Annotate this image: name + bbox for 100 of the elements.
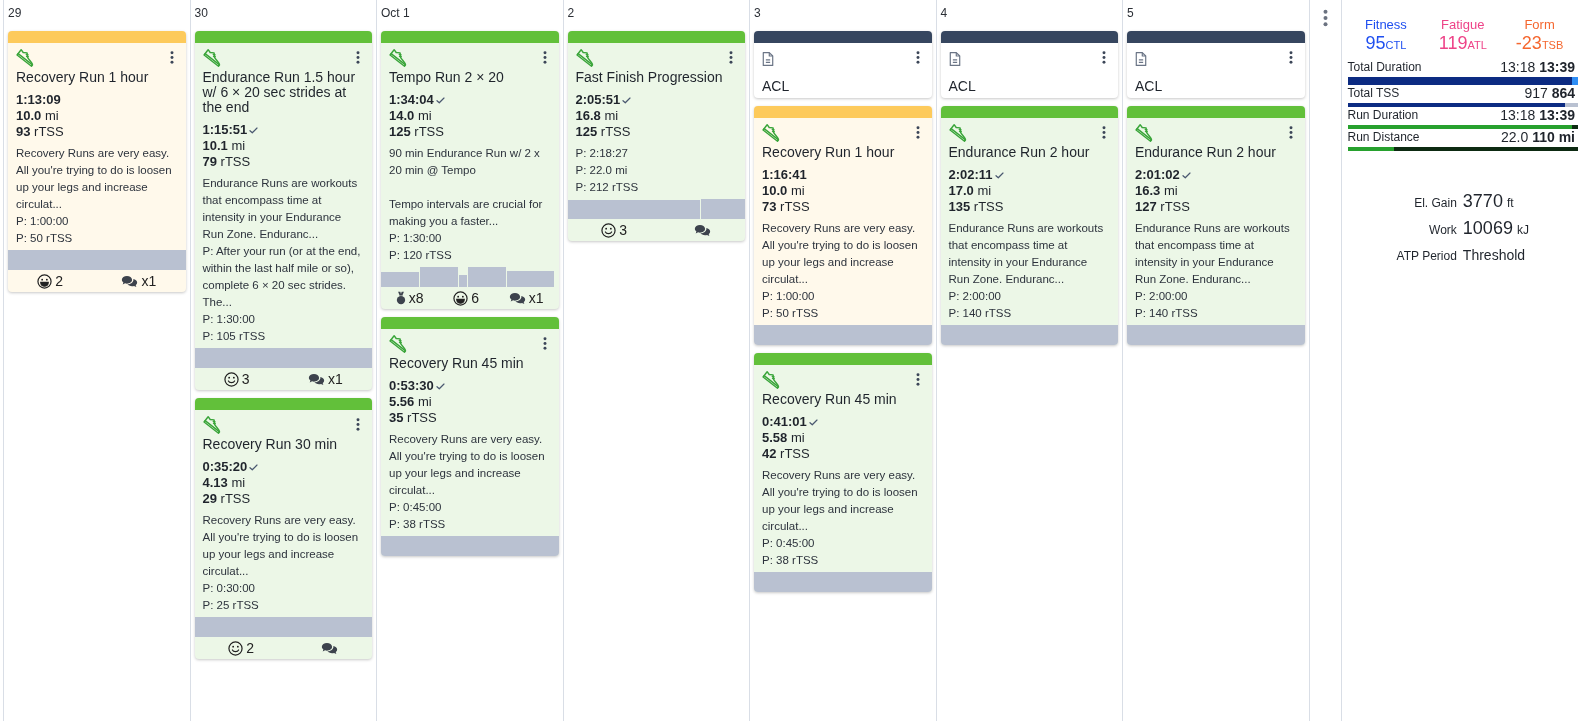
tss-text: 79 rTSS <box>202 154 251 169</box>
smile-face-icon <box>228 640 244 656</box>
workout-card[interactable]: Endurance Run 2 hour 2:01:02 16.3 mi 127 rTSS Endurance Runs are workouts that encompass time at intensity in your Endurance Run Zone. Enduranc... P: 2:00:00 P: 140 rTSS <box>1127 106 1305 345</box>
comment-count: x1 <box>528 290 544 306</box>
more-menu-icon[interactable] <box>915 373 920 386</box>
more-menu-icon[interactable] <box>915 126 920 139</box>
feeling-count: 3 <box>619 222 627 238</box>
tss-text: 29 rTSS <box>202 491 251 506</box>
metric-unit: ATL <box>1467 39 1487 53</box>
summary-value: 13:18 13:39 <box>1500 59 1576 75</box>
more-menu-icon[interactable] <box>169 51 174 64</box>
workout-title: Endurance Run 1.5 hour w/ 6 × 20 sec strides at the end <box>201 70 357 115</box>
planned-value: P: 2:00:00 <box>948 289 1002 304</box>
more-menu-icon[interactable] <box>542 337 547 350</box>
workout-title: Tempo Run 2 × 20 <box>388 70 505 85</box>
day-date: 5 <box>1126 5 1135 22</box>
note-title: ACL <box>947 79 977 96</box>
workout-card[interactable]: Fast Finish Progression 2:05:51 16.8 mi 125 rTSS P: 2:18:27 P: 22.0 mi P: 212 rTSS 3 <box>567 31 745 241</box>
tss-text: 93 rTSS <box>16 124 64 139</box>
workout-title: Endurance Run 2 hour <box>947 145 1091 160</box>
workout-title: Recovery Run 30 min <box>201 437 339 452</box>
speech-bubbles-icon <box>508 291 526 305</box>
planned-value: P: 120 rTSS <box>389 248 453 263</box>
duration-text: 2:05:51 <box>575 92 621 108</box>
planned-value: P: 0:45:00 <box>389 500 443 515</box>
note-card[interactable]: ACL <box>1127 31 1305 98</box>
metric-unit: CTL <box>1385 39 1407 53</box>
workout-card[interactable]: Recovery Run 1 hour 1:13:09 10.0 mi 93 rTSS Recovery Runs are very easy. All you're trying to do is loosen up your legs and increase circulat... P: 1:00:00 P: 50 rTSS 2 x1 <box>8 31 186 292</box>
smile-face-icon <box>223 371 239 387</box>
achievement-count: x8 <box>408 290 424 306</box>
planned-value: P: 25 rTSS <box>202 598 260 613</box>
workout-title: Recovery Run 45 min <box>761 392 898 407</box>
more-menu-icon[interactable] <box>1322 9 1328 27</box>
day-date: 30 <box>193 5 209 22</box>
workout-step-bar <box>506 270 555 287</box>
workout-title: Recovery Run 1 hour <box>761 145 896 160</box>
workout-card[interactable] <box>194 31 372 390</box>
duration-text: 1:16:41 <box>762 167 807 183</box>
grin-face-icon <box>37 273 53 289</box>
day-date: 4 <box>939 5 949 22</box>
distance-text: 5.56 mi <box>389 394 432 409</box>
more-menu-icon[interactable] <box>356 418 360 431</box>
workout-description: 90 min Endurance Run w/ 2 x 20 min @ Tempo Tempo intervals are crucial for making you a faster... <box>389 146 544 229</box>
distance-text: 14.0 mi <box>389 108 432 123</box>
more-menu-icon[interactable] <box>1102 126 1106 139</box>
more-menu-icon[interactable] <box>729 51 733 64</box>
day-date: 2 <box>566 5 576 22</box>
planned-value: P: 1:30:00 <box>202 312 256 327</box>
workout-step-bar <box>381 271 420 287</box>
workout-card[interactable]: Recovery Run 1 hour 1:16:41 10.0 mi 73 rTSS Recovery Runs are very easy. All you're trying to do is loosen up your legs and increase circulat... P: 1:00:00 P: 50 rTSS <box>754 106 932 345</box>
distance-text: 10.1 mi <box>202 138 246 153</box>
workout-card[interactable]: Recovery Run 45 min 0:41:01 5.58 mi 42 rTSS Recovery Runs are very easy. All you're trying to do is loosen up your legs and increase circulat... P: 0:45:00 P: 38 rTSS <box>754 353 932 592</box>
day-date: 29 <box>7 5 23 22</box>
more-menu-icon[interactable] <box>1288 126 1293 139</box>
workout-card[interactable]: Recovery Run 30 min 0:35:20 4.13 mi 29 rTSS Recovery Runs are very easy. All you're trying to do is loosen up your legs and increase circulat... P: 0:30:00 P: 25 rTSS 2 <box>194 398 372 659</box>
workout-title: Recovery Run 1 hour <box>15 70 150 85</box>
summary-label: Total TSS <box>1347 85 1400 101</box>
document-icon <box>948 51 961 67</box>
feeling-count: 2 <box>55 273 63 289</box>
tss-text: 35 rTSS <box>389 410 437 425</box>
duration-text: 2:01:02 <box>1135 167 1180 183</box>
day-date: Oct 1 <box>380 5 411 22</box>
workout-description: Recovery Runs are very easy. All you're trying to do is loosen up your legs and increase circulat... <box>762 221 919 287</box>
planned-value: P: 212 rTSS <box>575 180 640 195</box>
speech-bubbles-icon <box>321 641 339 655</box>
workout-card[interactable]: Endurance Run 2 hour 2:02:11 17.0 mi 135 rTSS Endurance Runs are workouts that encompass time at intensity in your Endurance Run Zone. Enduranc... P: 2:00:00 P: 140 rTSS <box>940 106 1118 345</box>
workout-title: Fast Finish Progression <box>574 70 724 85</box>
planned-value: P: 50 rTSS <box>762 306 820 321</box>
more-menu-icon[interactable] <box>915 51 920 64</box>
smile-face-icon <box>601 222 617 238</box>
stat-value: 3770 <box>1462 190 1503 213</box>
note-card[interactable]: ACL <box>940 31 1118 98</box>
tss-text: 73 rTSS <box>762 199 810 214</box>
more-menu-icon[interactable] <box>542 51 547 64</box>
speech-bubbles-icon <box>121 274 139 288</box>
comment-count: x1 <box>141 273 157 289</box>
note-title: ACL <box>1134 79 1164 96</box>
duration-text: 0:53:30 <box>389 378 434 394</box>
stat-value: 10069 <box>1462 217 1513 240</box>
planned-value: P: 140 rTSS <box>948 306 1013 321</box>
planned-value: P: 0:30:00 <box>202 581 256 596</box>
workout-description: Endurance Runs are workouts that encompass time at intensity in your Endurance Run Zone. Enduranc... <box>1135 221 1291 287</box>
metric-label: Form <box>1524 16 1555 33</box>
workout-title: Endurance Run 2 hour <box>1134 145 1277 160</box>
planned-value: P: 1:00:00 <box>762 289 816 304</box>
distance-text: 16.3 mi <box>1135 183 1178 198</box>
more-menu-icon[interactable] <box>356 51 360 64</box>
note-title: ACL <box>761 79 791 96</box>
more-menu-icon[interactable] <box>1102 51 1106 64</box>
more-menu-icon[interactable] <box>1288 51 1293 64</box>
comment-count: x1 <box>327 371 343 387</box>
day-date: 3 <box>753 5 762 22</box>
distance-text: 4.13 mi <box>202 475 246 490</box>
stat-label: Work <box>1428 222 1457 239</box>
planned-value: P: 1:00:00 <box>16 214 70 229</box>
workout-description: Recovery Runs are very easy. All you're trying to do is loosen up your legs and increase circulat... <box>16 146 173 212</box>
workout-card[interactable]: Tempo Run 2 × 20 1:34:04 14.0 mi 125 rTSS 90 min Endurance Run w/ 2 x 20 min @ Tempo Tempo intervals are crucial for making you a faster... P: 1:30:00 P: 120 rTSS x8 6 x1 <box>381 31 559 309</box>
duration-text: 1:13:09 <box>16 92 61 108</box>
note-card[interactable]: ACL <box>754 31 932 98</box>
workout-card[interactable]: Recovery Run 45 min 0:53:30 5.56 mi 35 rTSS Recovery Runs are very easy. All you're trying to do is loosen up your legs and increase circulat... P: 0:45:00 P: 38 rTSS <box>381 317 559 556</box>
